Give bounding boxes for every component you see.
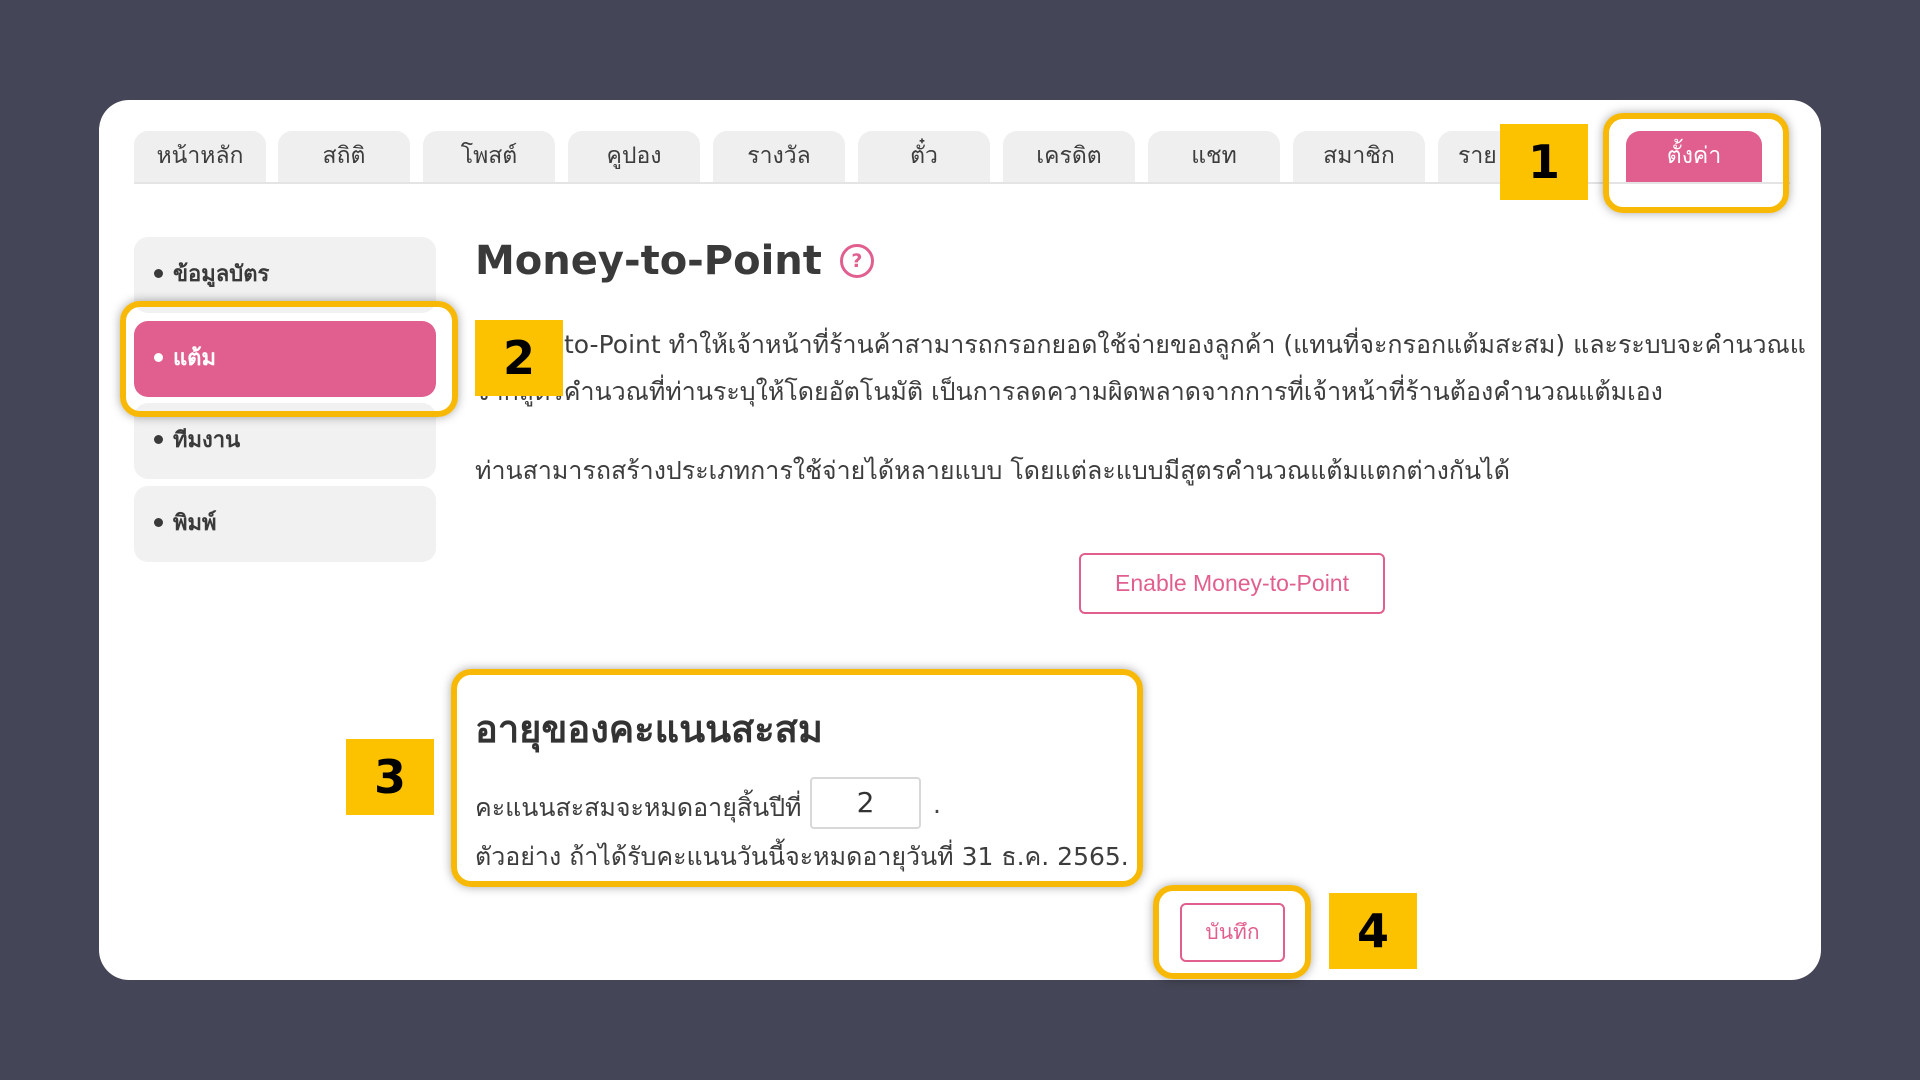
tab-credit[interactable]: เครดิต bbox=[1003, 131, 1135, 182]
expiry-example: ตัวอย่าง ถ้าได้รับคะแนนวันนี้จะหมดอายุวั… bbox=[475, 842, 1129, 871]
tab-rewards[interactable]: รางวัล bbox=[713, 131, 845, 182]
sidebar-item-label: พิมพ์ bbox=[173, 511, 217, 536]
tab-members[interactable]: สมาชิก bbox=[1293, 131, 1425, 182]
annotation-badge-1: 1 bbox=[1500, 124, 1588, 200]
sidebar-item-team[interactable]: ทีมงาน bbox=[134, 403, 436, 479]
sidebar-item-card-info[interactable]: ข้อมูลบัตร bbox=[134, 237, 436, 313]
tab-coupons[interactable]: คูปอง bbox=[568, 131, 700, 182]
sidebar-item-label: ทีมงาน bbox=[173, 428, 241, 453]
bullet-icon bbox=[154, 517, 163, 527]
tab-posts[interactable]: โพสต์ bbox=[423, 131, 555, 182]
tab-home[interactable]: หน้าหลัก bbox=[134, 131, 266, 182]
expiry-label: คะแนนสะสมจะหมดอายุสิ้นปีที่ bbox=[475, 793, 802, 822]
tab-stats[interactable]: สถิติ bbox=[278, 131, 410, 182]
bullet-icon bbox=[154, 434, 163, 444]
settings-card: หน้าหลัก สถิติ โพสต์ คูปอง รางวัล ตั๋ว เ… bbox=[99, 100, 1821, 980]
sidebar-item-points[interactable]: แต้ม bbox=[134, 321, 436, 397]
description-line-2: จากสูตรคำนวณที่ท่านระบุให้โดยอัตโนมัติ เ… bbox=[475, 377, 1663, 406]
expiry-section-title: อายุของคะแนนสะสม bbox=[475, 707, 823, 751]
sidebar-item-label: ข้อมูลบัตร bbox=[173, 262, 270, 287]
expiry-years-input[interactable]: 2 bbox=[810, 777, 921, 829]
sidebar-item-label: แต้ม bbox=[173, 346, 216, 371]
save-button[interactable]: บันทึก bbox=[1180, 903, 1285, 962]
sidebar-item-print[interactable]: พิมพ์ bbox=[134, 486, 436, 562]
annotation-badge-4: 4 bbox=[1329, 893, 1417, 969]
annotation-badge-3: 3 bbox=[346, 739, 434, 815]
page-title-text: Money-to-Point bbox=[475, 238, 822, 284]
help-icon[interactable]: ? bbox=[839, 244, 874, 278]
bullet-icon bbox=[154, 268, 163, 278]
bullet-icon bbox=[154, 352, 163, 362]
description-line-1: to-Point ทำให้เจ้าหน้าที่ร้านค้าสามารถกร… bbox=[564, 330, 1805, 359]
enable-money-to-point-button[interactable]: Enable Money-to-Point bbox=[1079, 553, 1385, 614]
expiry-suffix: . bbox=[933, 790, 941, 819]
tab-settings[interactable]: ตั้งค่า bbox=[1626, 131, 1762, 182]
description-paragraph-2: ท่านสามารถสร้างประเภทการใช้จ่ายได้หลายแบ… bbox=[475, 456, 1510, 485]
annotation-badge-2: 2 bbox=[475, 320, 563, 396]
tab-chat[interactable]: แชท bbox=[1148, 131, 1280, 182]
page-title: Money-to-Point ? bbox=[475, 238, 874, 284]
tab-tickets[interactable]: ตั๋ว bbox=[858, 131, 990, 182]
